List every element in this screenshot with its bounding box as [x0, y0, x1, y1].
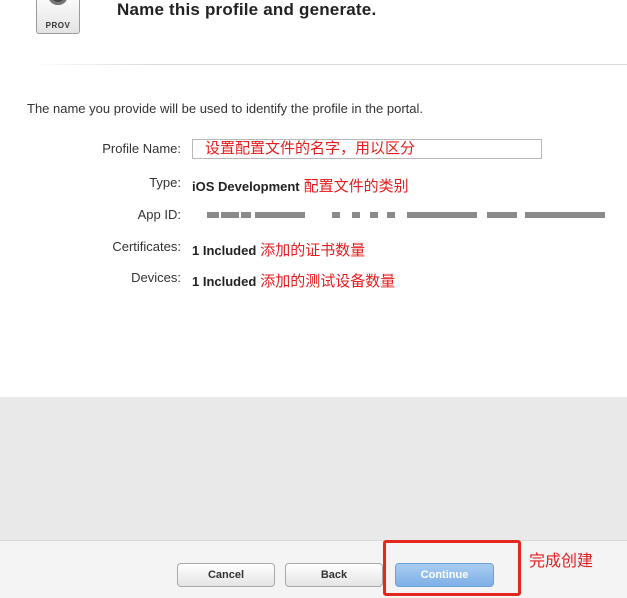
type-value: iOS Development 配置文件的类别 — [192, 175, 409, 196]
intro-text: The name you provide will be used to ide… — [27, 101, 424, 116]
devices-value-text: 1 Included — [192, 274, 257, 289]
devices-value: 1 Included 添加的测试设备数量 — [192, 270, 395, 291]
certificates-label: Certificates: — [112, 239, 181, 254]
app-id-label: App ID: — [137, 207, 181, 222]
certificates-annotation: 添加的证书数量 — [260, 242, 366, 259]
type-row: Type: iOS Development 配置文件的类别 — [0, 173, 627, 196]
certificates-value-text: 1 Included — [192, 243, 257, 258]
continue-highlight-box — [383, 540, 521, 596]
profile-name-label: Profile Name: — [102, 141, 181, 156]
gear-icon — [48, 0, 68, 5]
app-id-row: App ID: — [0, 205, 627, 225]
finish-annotation: 完成创建 — [529, 553, 594, 570]
header-divider — [30, 64, 627, 65]
prov-icon-label: PROV — [45, 21, 71, 30]
page-title: Name this profile and generate. — [117, 0, 377, 19]
certificates-value: 1 Included 添加的证书数量 — [192, 239, 365, 260]
provisioning-profile-icon: PROV — [36, 0, 80, 34]
devices-label: Devices: — [131, 270, 181, 285]
empty-panel-area — [0, 397, 627, 540]
devices-annotation: 添加的测试设备数量 — [260, 273, 396, 290]
type-label: Type: — [149, 175, 181, 190]
devices-row: Devices: 1 Included 添加的测试设备数量 — [0, 268, 627, 291]
cancel-button[interactable]: Cancel — [177, 563, 275, 587]
header: PROV Name this profile and generate. — [0, 0, 627, 64]
certificates-row: Certificates: 1 Included 添加的证书数量 — [0, 237, 627, 260]
profile-name-input[interactable]: 设置配置文件的名字，用以区分 — [192, 139, 542, 159]
type-annotation: 配置文件的类别 — [303, 178, 409, 195]
back-button[interactable]: Back — [285, 563, 383, 587]
app-id-masked-value — [207, 212, 607, 218]
profile-name-row: Profile Name: 设置配置文件的名字，用以区分 — [0, 139, 627, 159]
type-value-text: iOS Development — [192, 179, 300, 194]
